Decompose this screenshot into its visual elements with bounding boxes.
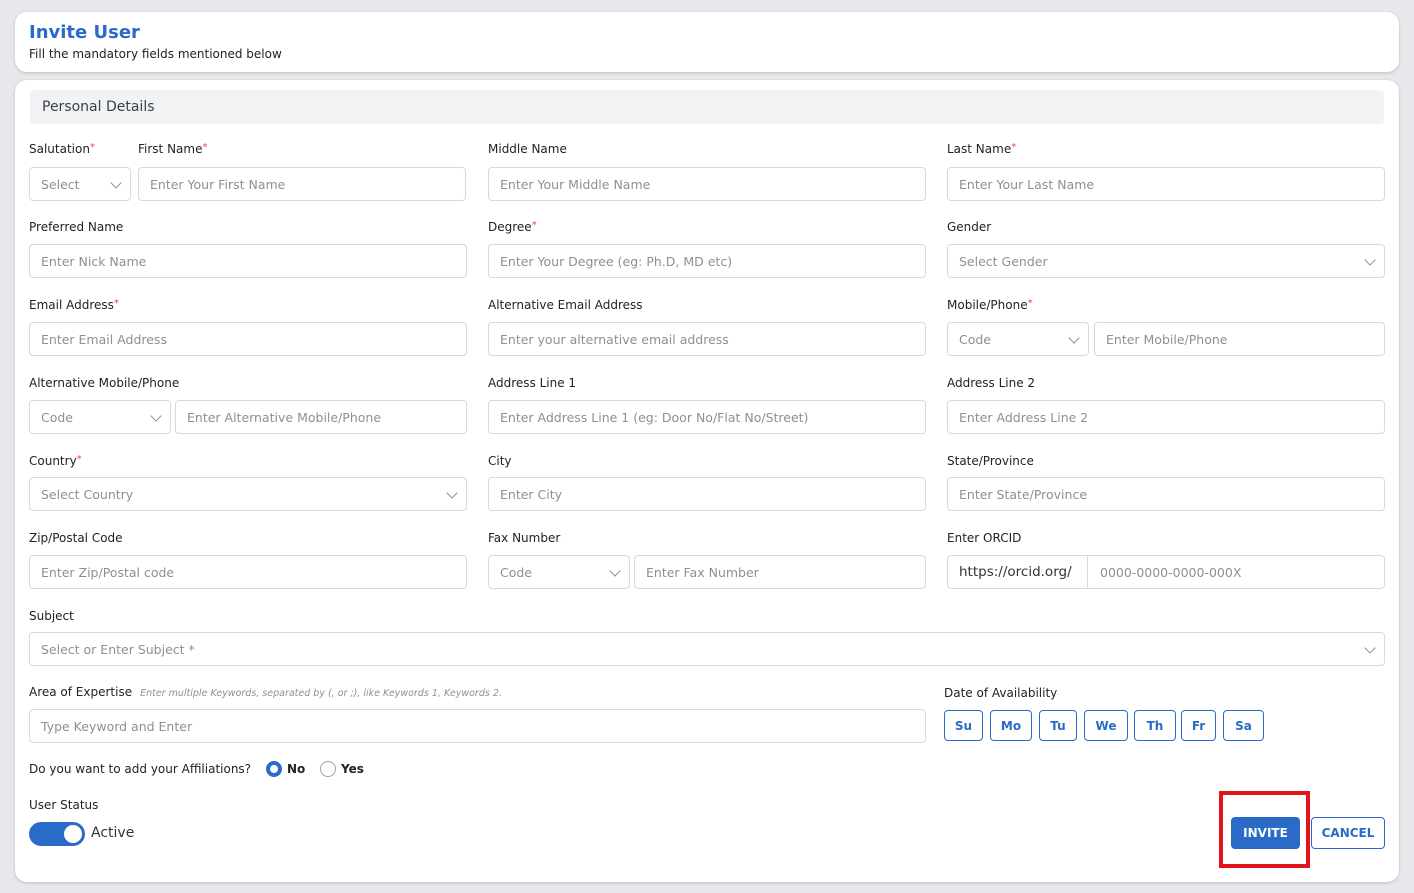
orcid-field[interactable]: https://orcid.org/ 0000-0000-0000-000X [947, 555, 1385, 589]
toggle-knob [64, 825, 82, 843]
address2-input[interactable]: Enter Address Line 2 [947, 400, 1385, 434]
day-monday-button[interactable]: Mo [990, 710, 1032, 741]
orcid-prefix: https://orcid.org/ [948, 556, 1088, 588]
salutation-label: Salutation* [29, 142, 95, 156]
expertise-hint: Enter multiple Keywords, separated by (,… [140, 688, 502, 699]
chevron-down-icon [110, 177, 122, 189]
subject-label: Subject [29, 609, 74, 623]
last-name-input[interactable]: Enter Your Last Name [947, 167, 1385, 201]
alt-mobile-label: Alternative Mobile/Phone [29, 376, 180, 390]
middle-name-input[interactable]: Enter Your Middle Name [488, 167, 926, 201]
email-input[interactable]: Enter Email Address [29, 322, 467, 356]
mobile-code-select[interactable]: Code [947, 322, 1089, 356]
preferred-name-input[interactable]: Enter Nick Name [29, 244, 467, 278]
availability-label: Date of Availability [944, 686, 1058, 700]
user-status-label: User Status [29, 798, 99, 812]
day-saturday-button[interactable]: Sa [1223, 710, 1264, 741]
cancel-button[interactable]: CANCEL [1311, 817, 1385, 849]
highlight-box [1219, 791, 1310, 868]
preferred-name-label: Preferred Name [29, 220, 124, 234]
affiliations-yes-label: Yes [341, 762, 364, 776]
fax-input[interactable]: Enter Fax Number [634, 555, 926, 589]
middle-name-label: Middle Name [488, 142, 567, 156]
city-input[interactable]: Enter City [488, 477, 926, 511]
state-input[interactable]: Enter State/Province [947, 477, 1385, 511]
fax-label: Fax Number [488, 531, 561, 545]
chevron-down-icon [1364, 642, 1376, 654]
alt-mobile-code-select[interactable]: Code [29, 400, 171, 434]
affiliations-no-radio[interactable] [266, 761, 282, 777]
page-title: Invite User [29, 22, 140, 43]
chevron-down-icon [1068, 332, 1080, 344]
alt-email-input[interactable]: Enter your alternative email address [488, 322, 926, 356]
affiliations-question: Do you want to add your Affiliations? [29, 762, 252, 776]
expertise-input[interactable]: Type Keyword and Enter [29, 709, 926, 743]
affiliations-no-label: No [287, 762, 306, 776]
state-label: State/Province [947, 454, 1034, 468]
fax-code-select[interactable]: Code [488, 555, 630, 589]
day-wednesday-button[interactable]: We [1084, 710, 1128, 741]
affiliations-yes-radio[interactable] [320, 761, 336, 777]
chevron-down-icon [609, 565, 621, 577]
first-name-input[interactable]: Enter Your First Name [138, 167, 466, 201]
section-title: Personal Details [42, 99, 155, 115]
user-status-value: Active [91, 825, 135, 841]
day-tuesday-button[interactable]: Tu [1039, 710, 1077, 741]
orcid-label: Enter ORCID [947, 531, 1022, 545]
address1-label: Address Line 1 [488, 376, 577, 390]
degree-label: Degree* [488, 220, 537, 234]
country-select[interactable]: Select Country [29, 477, 467, 511]
chevron-down-icon [150, 410, 162, 422]
address2-label: Address Line 2 [947, 376, 1036, 390]
country-label: Country* [29, 454, 82, 468]
invite-user-form: Personal Details Salutation* First Name*… [15, 80, 1399, 882]
mobile-label: Mobile/Phone* [947, 298, 1033, 312]
expertise-label: Area of Expertise Enter multiple Keywords… [29, 685, 502, 699]
page-subtitle: Fill the mandatory fields mentioned belo… [29, 47, 282, 61]
zip-input[interactable]: Enter Zip/Postal code [29, 555, 467, 589]
day-sunday-button[interactable]: Su [944, 710, 983, 741]
first-name-label: First Name* [138, 142, 208, 156]
email-label: Email Address* [29, 298, 119, 312]
gender-label: Gender [947, 220, 992, 234]
header-card: Invite User Fill the mandatory fields me… [15, 12, 1399, 72]
user-status-toggle[interactable] [29, 822, 85, 846]
alt-mobile-input[interactable]: Enter Alternative Mobile/Phone [175, 400, 467, 434]
subject-select[interactable]: Select or Enter Subject * [29, 632, 1385, 666]
gender-select[interactable]: Select Gender [947, 244, 1385, 278]
day-friday-button[interactable]: Fr [1181, 710, 1216, 741]
orcid-input[interactable]: 0000-0000-0000-000X [1100, 556, 1241, 588]
section-header: Personal Details [30, 90, 1384, 124]
zip-label: Zip/Postal Code [29, 531, 123, 545]
chevron-down-icon [1364, 254, 1376, 266]
last-name-label: Last Name* [947, 142, 1017, 156]
day-thursday-button[interactable]: Th [1134, 710, 1176, 741]
degree-input[interactable]: Enter Your Degree (eg: Ph.D, MD etc) [488, 244, 926, 278]
chevron-down-icon [446, 487, 458, 499]
salutation-select[interactable]: Select [29, 167, 131, 201]
mobile-input[interactable]: Enter Mobile/Phone [1094, 322, 1385, 356]
address1-input[interactable]: Enter Address Line 1 (eg: Door No/Flat N… [488, 400, 926, 434]
alt-email-label: Alternative Email Address [488, 298, 643, 312]
city-label: City [488, 454, 512, 468]
